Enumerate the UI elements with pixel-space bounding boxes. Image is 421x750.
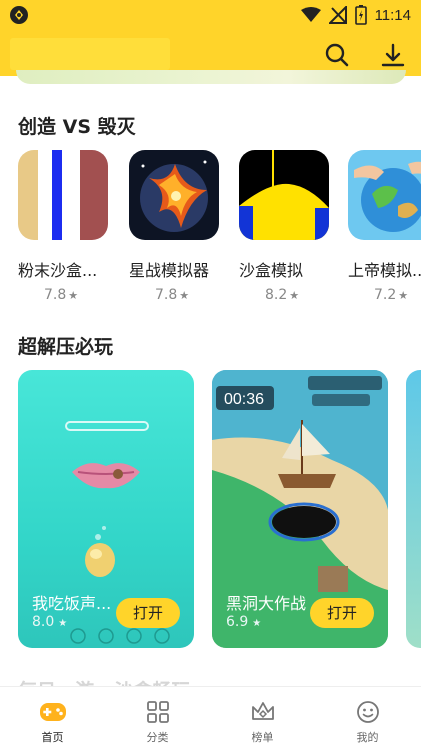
game-card-title: 我吃饭声... bbox=[32, 594, 112, 613]
app-item[interactable]: 星战模拟器 7.8 ★ bbox=[129, 150, 221, 303]
app-rating: 8.2 ★ bbox=[239, 287, 331, 303]
game-card-next[interactable] bbox=[406, 370, 421, 648]
star-icon: ★ bbox=[289, 289, 300, 302]
crown-icon bbox=[252, 702, 274, 720]
game-card-title: 黑洞大作战 bbox=[226, 594, 307, 613]
app-rating: 7.8 ★ bbox=[18, 287, 110, 303]
grid-icon bbox=[147, 701, 169, 723]
app-name: 粉末沙盒... bbox=[18, 261, 98, 280]
game-card-score: 8.0 ★ bbox=[32, 614, 67, 630]
download-icon[interactable] bbox=[380, 42, 406, 68]
face-icon bbox=[357, 701, 379, 723]
wifi-icon bbox=[300, 7, 321, 22]
app-screen: 11:14 创造 VS 毁灭 粉末沙盒... 7.8 ★ 星战模拟器 7.8 ★… bbox=[0, 0, 421, 750]
game-card-black-hole[interactable]: 00:36 黑洞大作战 6.9 ★ 打开 bbox=[212, 370, 388, 648]
nav-label: 分类 bbox=[146, 731, 169, 744]
open-button[interactable]: 打开 bbox=[116, 598, 180, 628]
app-name: 沙盒模拟 bbox=[239, 261, 304, 280]
home-gamepad-icon bbox=[40, 703, 66, 721]
star-icon: ★ bbox=[58, 618, 68, 629]
top-bar: 11:14 bbox=[0, 0, 421, 76]
app-rating: 7.2 ★ bbox=[348, 287, 421, 303]
game-card-score: 6.9 ★ bbox=[226, 614, 261, 630]
nav-label: 榜单 bbox=[251, 731, 274, 744]
game-timer: 00:36 bbox=[224, 391, 264, 408]
next-section-title: 每日一游 · 沙盒畅玩 bbox=[18, 676, 190, 686]
bottom-navigation: 首页 分类 榜单 我的 bbox=[0, 686, 421, 750]
score-value: 8.0 bbox=[32, 614, 55, 630]
rating-value: 7.8 bbox=[44, 287, 67, 303]
nav-label: 我的 bbox=[356, 731, 379, 744]
score-value: 6.9 bbox=[226, 614, 249, 630]
app-notification-icon bbox=[10, 6, 28, 24]
nav-profile[interactable]: 我的 bbox=[315, 687, 420, 750]
app-name: 上帝模拟... bbox=[348, 261, 421, 280]
app-icon-powder-sandbox[interactable] bbox=[18, 150, 108, 240]
app-item[interactable]: 沙盒模拟 8.2 ★ bbox=[239, 150, 331, 303]
status-bar: 11:14 bbox=[0, 0, 421, 30]
app-item[interactable]: 上帝模拟... 7.2 ★ bbox=[348, 150, 421, 303]
search-placeholder-area[interactable] bbox=[10, 38, 170, 70]
nav-category[interactable]: 分类 bbox=[105, 687, 210, 750]
battery-icon bbox=[354, 5, 367, 25]
nav-home[interactable]: 首页 bbox=[0, 687, 105, 750]
search-icon[interactable] bbox=[324, 42, 350, 68]
no-signal-icon bbox=[328, 6, 347, 24]
star-icon: ★ bbox=[179, 289, 190, 302]
app-icon-god-simulator[interactable] bbox=[348, 150, 421, 240]
rating-value: 7.2 bbox=[374, 287, 397, 303]
app-name: 星战模拟器 bbox=[129, 261, 210, 280]
rating-value: 7.8 bbox=[155, 287, 178, 303]
app-item[interactable]: 粉末沙盒... 7.8 ★ bbox=[18, 150, 110, 303]
open-button[interactable]: 打开 bbox=[310, 598, 374, 628]
banner-image[interactable] bbox=[16, 70, 406, 84]
app-rating: 7.8 ★ bbox=[129, 287, 221, 303]
rating-value: 8.2 bbox=[265, 287, 288, 303]
star-icon: ★ bbox=[398, 289, 409, 302]
nav-label: 首页 bbox=[41, 731, 64, 744]
clock: 11:14 bbox=[374, 6, 411, 24]
nav-ranking[interactable]: 榜单 bbox=[210, 687, 315, 750]
section-title-stress-relief: 超解压必玩 bbox=[18, 336, 114, 358]
app-icon-star-wars-simulator[interactable] bbox=[129, 150, 219, 240]
game-card-eating-sounds[interactable]: 我吃饭声... 8.0 ★ 打开 bbox=[18, 370, 194, 648]
section-title-create-vs-destroy: 创造 VS 毁灭 bbox=[18, 116, 136, 138]
app-icon-sandbox-simulation[interactable] bbox=[239, 150, 329, 240]
star-icon: ★ bbox=[68, 289, 79, 302]
star-icon: ★ bbox=[252, 618, 262, 629]
